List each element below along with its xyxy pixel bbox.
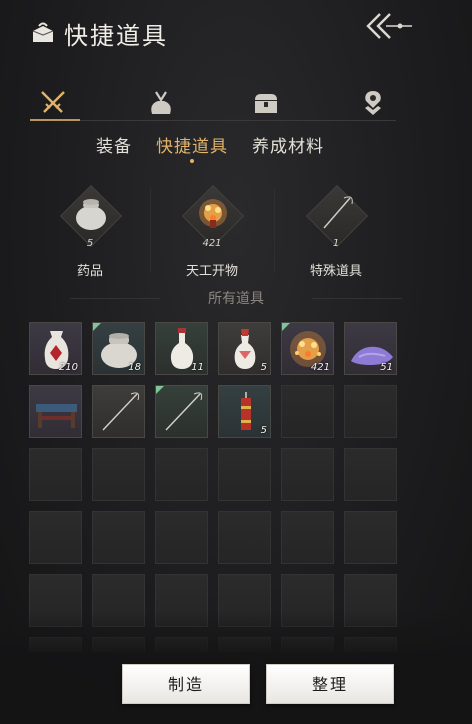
section-title: 所有道具 <box>0 288 472 308</box>
active-dot <box>190 159 194 163</box>
bag-icon <box>32 22 54 42</box>
item-slot[interactable] <box>92 385 145 438</box>
location-pin-icon[interactable] <box>358 88 388 118</box>
jar-icon <box>76 199 106 230</box>
empty-slot <box>218 448 271 501</box>
needle-icon <box>102 392 140 431</box>
summary-count: 421 <box>202 238 222 249</box>
empty-slot <box>281 448 334 501</box>
divider <box>150 188 151 272</box>
item-count: 210 <box>58 362 78 373</box>
item-count: 11 <box>191 362 204 373</box>
subtabs: 装备 快捷道具 养成材料 <box>0 128 472 164</box>
subtab-equipment[interactable]: 装备 <box>96 132 132 157</box>
subtab-quick-items[interactable]: 快捷道具 <box>156 132 228 163</box>
empty-slot <box>344 448 397 501</box>
item-count: 18 <box>128 362 141 373</box>
pouch-icon[interactable] <box>146 88 176 118</box>
needle-icon <box>323 196 353 229</box>
active-tab-indicator <box>30 119 80 121</box>
empty-slot <box>344 511 397 564</box>
summary-label: 特殊道具 <box>309 264 362 279</box>
empty-slot <box>155 511 208 564</box>
subtab-quick-items-label: 快捷道具 <box>156 137 228 157</box>
new-marker <box>156 386 164 394</box>
subtab-materials[interactable]: 养成材料 <box>252 132 324 157</box>
category-tabs <box>0 84 472 124</box>
item-slot[interactable]: 5 <box>218 385 271 438</box>
item-count: 421 <box>310 362 330 373</box>
item-count: 51 <box>380 362 393 373</box>
header: 快捷道具 <box>0 0 472 70</box>
item-slot[interactable]: 18 <box>92 322 145 375</box>
item-slot[interactable]: 5 <box>218 322 271 375</box>
item-slot[interactable]: 421 <box>281 322 334 375</box>
empty-slot <box>281 511 334 564</box>
firecracker-icon <box>199 199 227 228</box>
summary-label: 药品 <box>76 264 103 279</box>
empty-slot <box>29 448 82 501</box>
empty-slot <box>29 511 82 564</box>
empty-slot <box>155 448 208 501</box>
divider <box>274 188 275 272</box>
item-count: 5 <box>260 362 267 373</box>
sort-button[interactable]: 整理 <box>266 664 394 704</box>
item-slot[interactable] <box>29 385 82 438</box>
item-count: 5 <box>260 425 267 436</box>
new-marker <box>93 323 101 331</box>
table-icon <box>36 404 77 428</box>
new-marker <box>282 323 290 331</box>
craft-button[interactable]: 制造 <box>122 664 250 704</box>
empty-slot <box>344 385 397 438</box>
crossed-swords-icon[interactable] <box>38 88 68 118</box>
item-slot[interactable]: 11 <box>155 322 208 375</box>
tab-divider <box>30 120 396 121</box>
summary-special[interactable]: 1 特殊道具 <box>276 180 396 280</box>
empty-slot <box>92 448 145 501</box>
empty-slot <box>92 511 145 564</box>
summary-count: 5 <box>86 238 94 249</box>
item-slot[interactable]: 210 <box>29 322 82 375</box>
empty-slot <box>218 511 271 564</box>
item-grid: 210 18 11 5 421 51 5 <box>29 322 399 652</box>
summary-count: 1 <box>332 238 340 249</box>
chest-icon[interactable] <box>251 88 281 118</box>
summary-medicine[interactable]: 5 药品 <box>30 180 150 280</box>
summary-craft[interactable]: 421 天工开物 <box>152 180 272 280</box>
category-summary: 5 药品 421 天工开物 1 特殊道具 <box>0 180 472 280</box>
summary-label: 天工开物 <box>185 264 238 279</box>
double-chevron-left-icon[interactable] <box>360 10 416 42</box>
page-title: 快捷道具 <box>64 22 168 50</box>
item-slot[interactable]: 51 <box>344 322 397 375</box>
item-slot[interactable] <box>155 385 208 438</box>
empty-slot <box>281 385 334 438</box>
